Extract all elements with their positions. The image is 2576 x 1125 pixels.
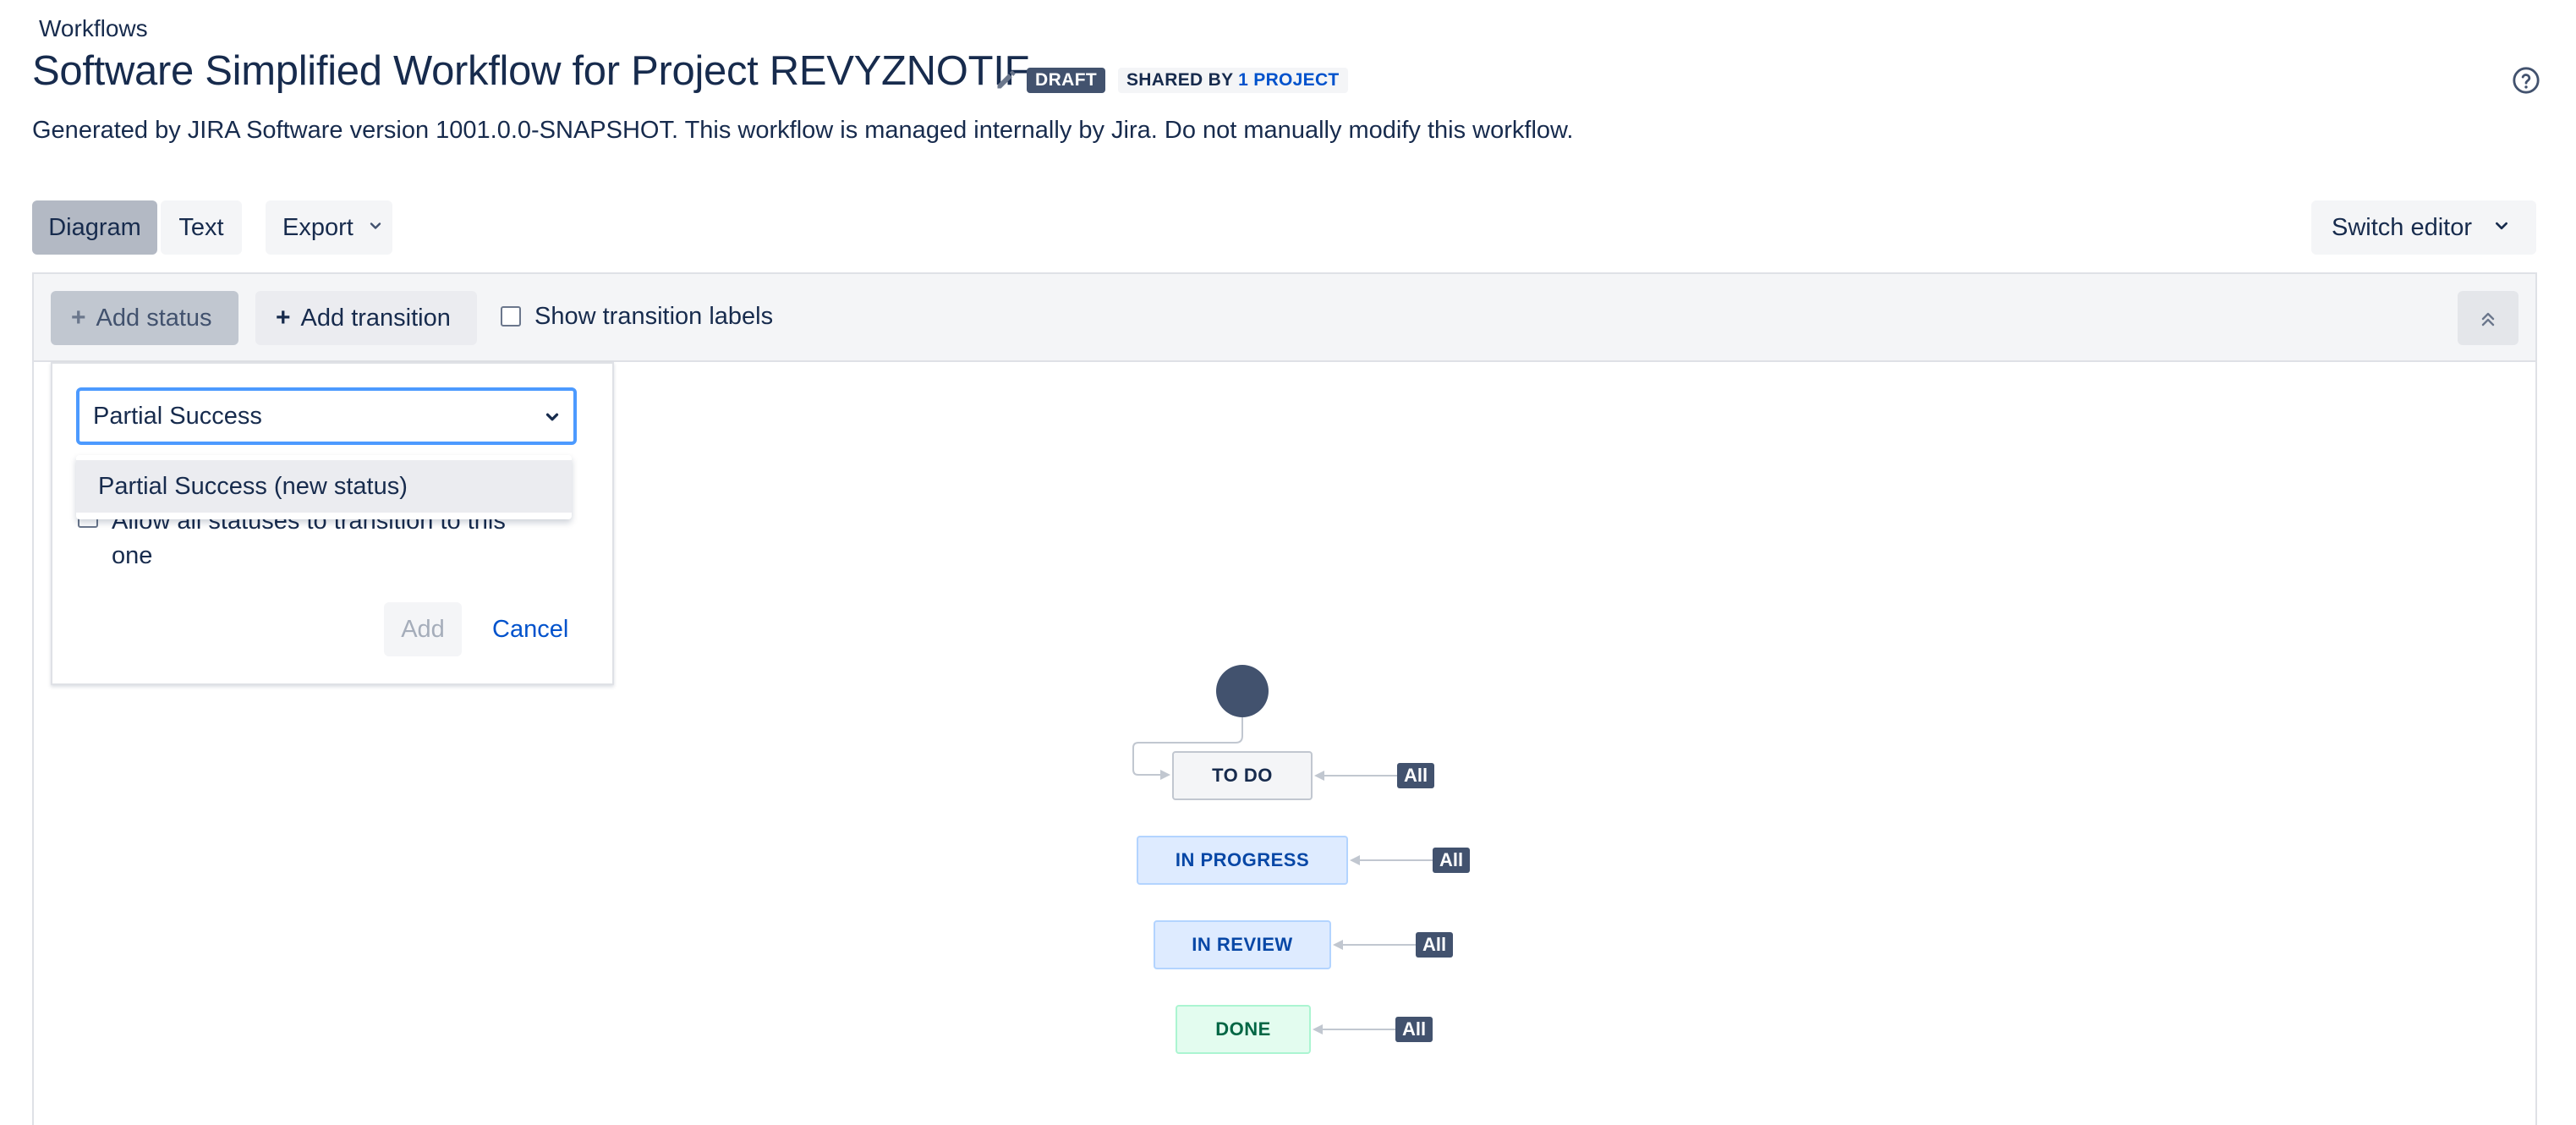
status-dropdown-menu: Partial Success (new status) (76, 455, 572, 519)
status-name-select[interactable]: Partial Success (76, 387, 577, 445)
status-node-todo[interactable]: TO DO (1172, 751, 1313, 800)
status-node-done[interactable]: DONE (1176, 1005, 1311, 1054)
dropdown-option-new-status[interactable]: Partial Success (new status) (76, 460, 572, 513)
global-transition-badge[interactable]: All (1416, 932, 1454, 958)
global-transition-lines (1313, 771, 1433, 1034)
status-node-in-progress[interactable]: IN PROGRESS (1137, 836, 1348, 885)
chevron-down-icon (545, 413, 559, 421)
global-transition-badge[interactable]: All (1433, 848, 1471, 873)
global-transition-badge[interactable]: All (1395, 1017, 1433, 1042)
arrow-head (1160, 770, 1170, 780)
start-node-icon[interactable] (1216, 665, 1269, 717)
status-name-value: Partial Success (93, 403, 262, 430)
cancel-button[interactable]: Cancel (482, 602, 578, 656)
status-node-in-review[interactable]: IN REVIEW (1154, 920, 1331, 969)
global-transition-badge[interactable]: All (1397, 763, 1435, 788)
add-button[interactable]: Add (384, 602, 462, 656)
